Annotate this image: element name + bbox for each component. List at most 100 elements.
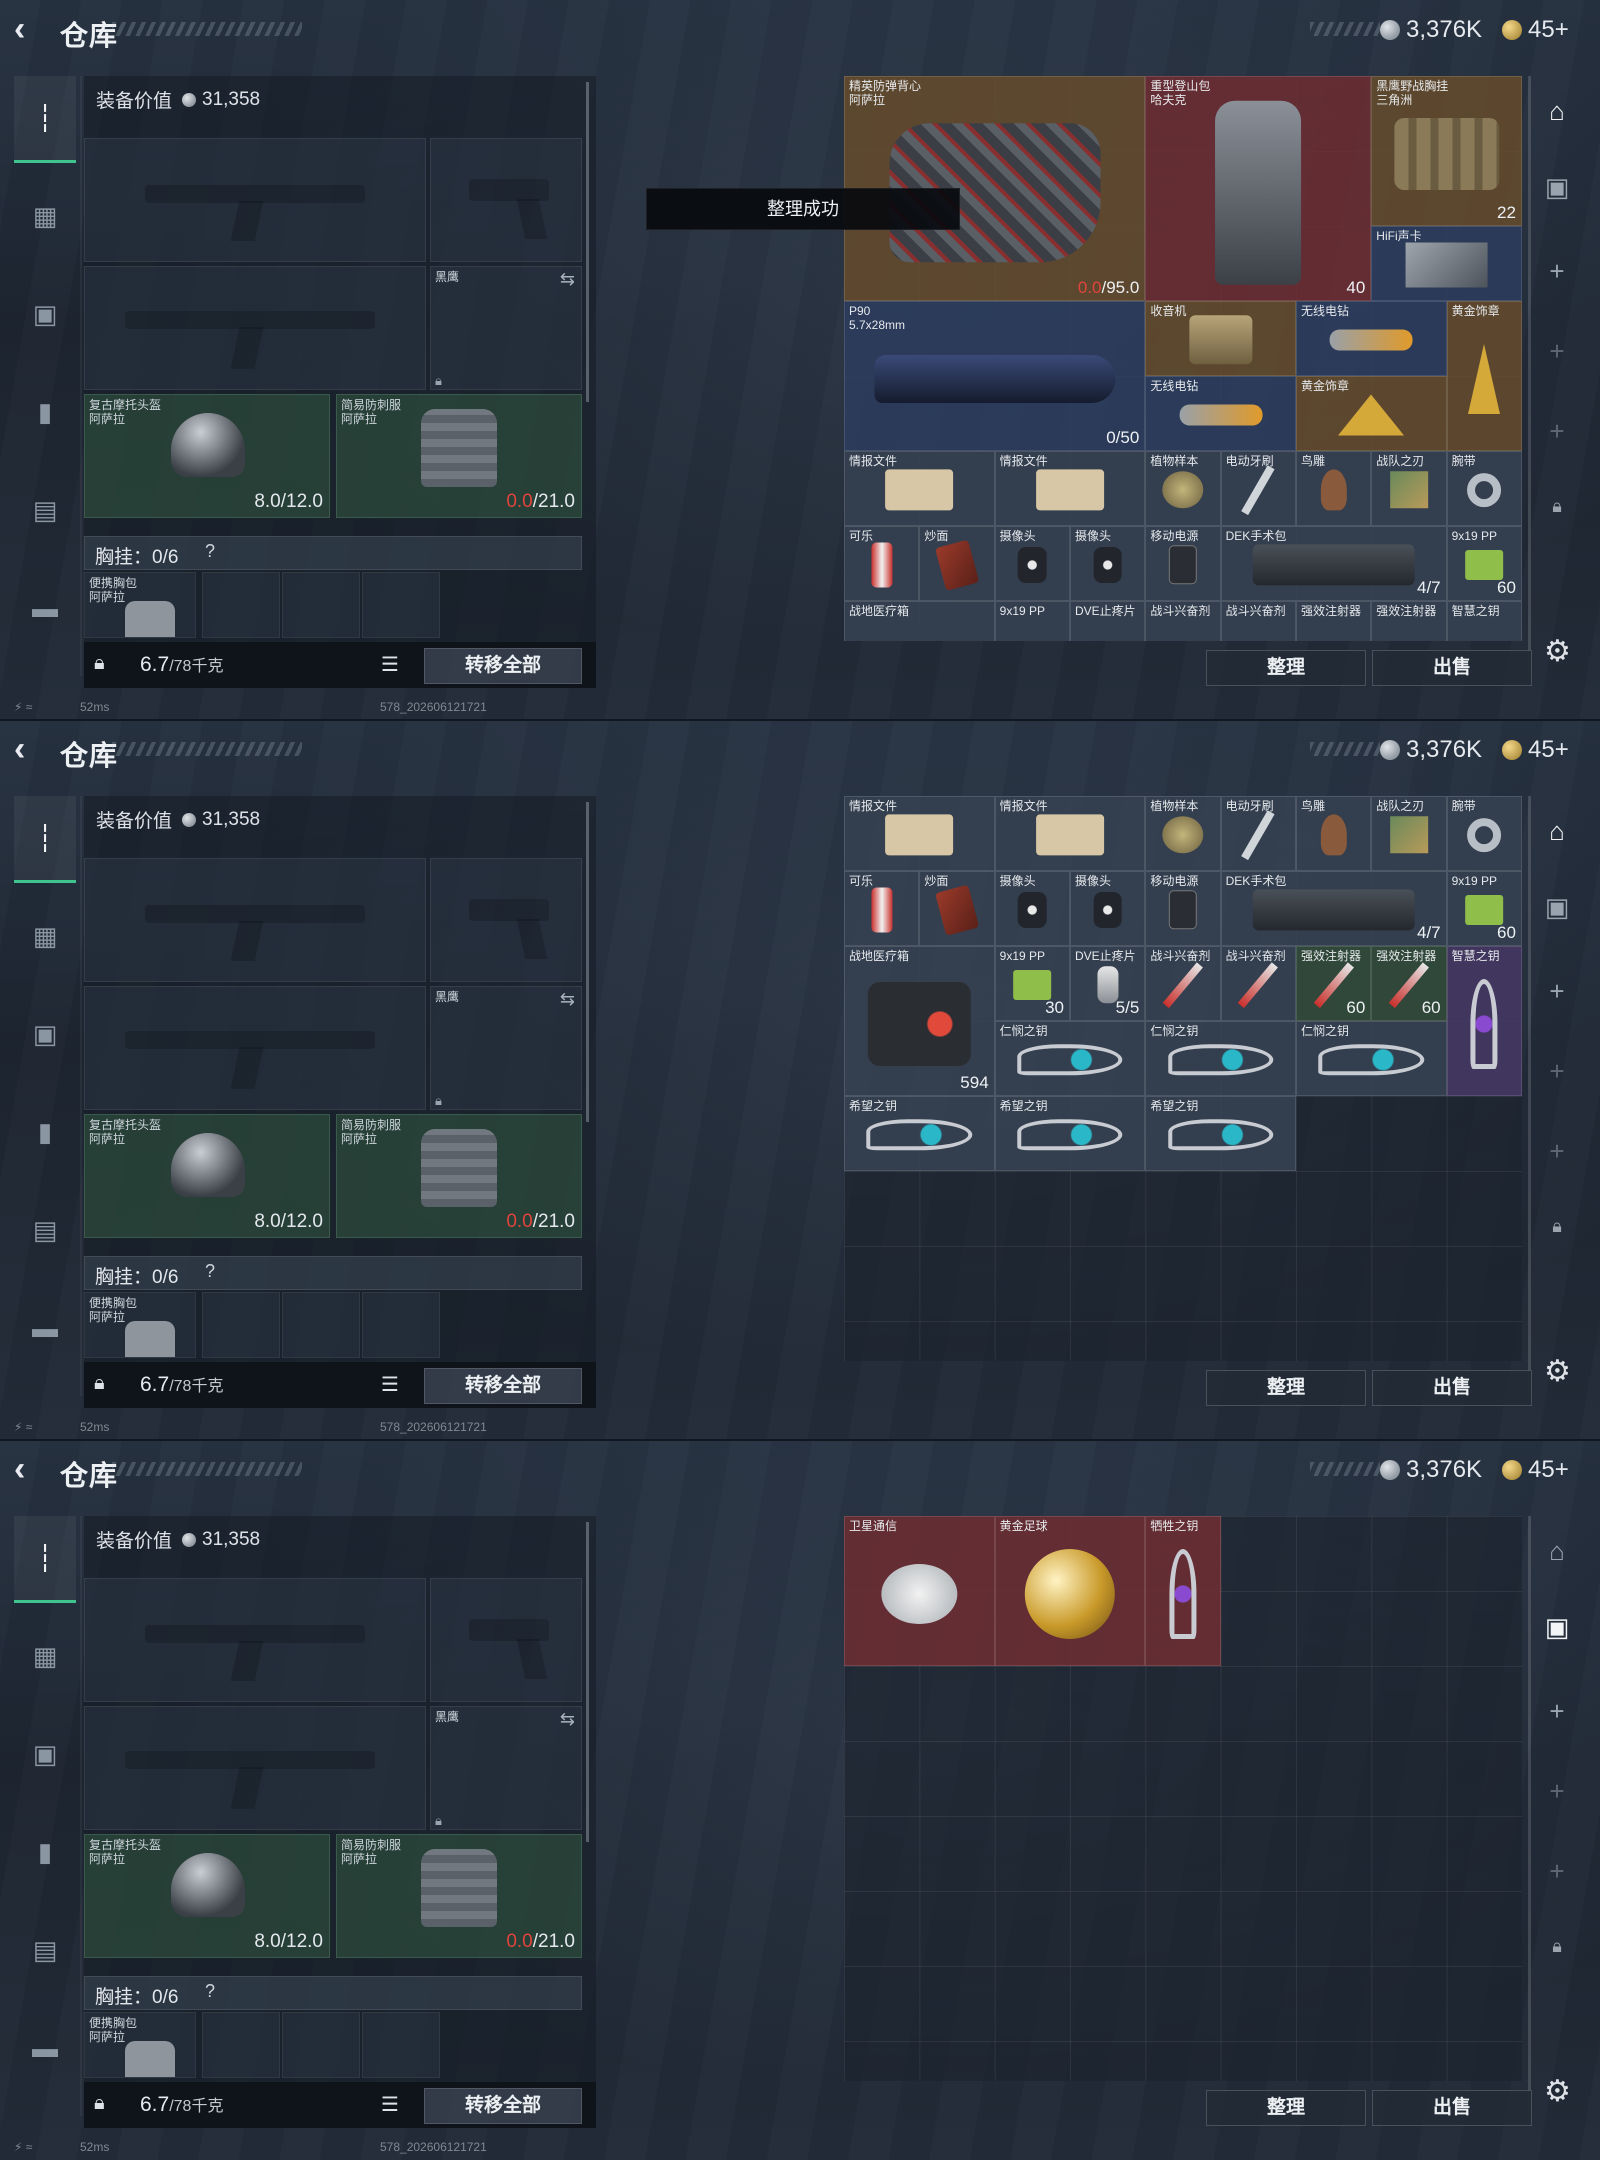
inventory-item[interactable]: 智慧之钥	[1446, 946, 1522, 1096]
inventory-item[interactable]: 炒面	[919, 871, 995, 946]
nav-armor[interactable]: ▣	[14, 992, 76, 1076]
primary-weapon-slot[interactable]	[84, 138, 426, 262]
chest-rig-bar[interactable]: 胸挂：0/6 ?	[84, 1256, 582, 1290]
inventory-item[interactable]: 腕带	[1446, 451, 1522, 526]
chest-slot[interactable]	[282, 572, 360, 638]
warehouse-icon[interactable]: ⌂	[1532, 96, 1582, 136]
inventory-item[interactable]: 强效注射器	[1371, 601, 1447, 641]
gear-icon[interactable]: ⚙	[1544, 1354, 1571, 1389]
back-button[interactable]: ‹	[14, 732, 44, 766]
inventory-item[interactable]: 黄金足球	[994, 1516, 1146, 1666]
inventory-item[interactable]: DVE止疼片	[1069, 601, 1146, 641]
inventory-item[interactable]: 战队之刃	[1371, 796, 1447, 871]
sell-button[interactable]: 出售	[1372, 2090, 1532, 2126]
nav-weapons[interactable]: ┆	[14, 1516, 76, 1603]
inventory-item[interactable]: 移动电源	[1145, 871, 1221, 946]
gear-icon[interactable]: ⚙	[1544, 634, 1571, 669]
inventory-item[interactable]: HiFi声卡	[1371, 226, 1522, 301]
list-icon[interactable]: ☰	[376, 2092, 404, 2118]
inventory-item[interactable]: 无线电钻	[1145, 376, 1296, 451]
chest-rig-bar[interactable]: 胸挂：0/6 ?	[84, 536, 582, 570]
chest-slot[interactable]	[202, 572, 280, 638]
inventory-item[interactable]: 卫星通信	[844, 1516, 995, 1666]
loadout-scrollbar[interactable]	[586, 802, 589, 1122]
helmet-slot[interactable]: 复古摩托头盔 阿萨拉 8.0/12.0	[84, 1834, 330, 1958]
nav-pouch[interactable]: ▤	[14, 1908, 76, 1992]
swap-icon[interactable]: ⇆	[560, 989, 575, 1010]
nav-vest[interactable]: ▦	[14, 894, 76, 978]
nav-backpack[interactable]: ▮	[14, 370, 76, 454]
armor-slot[interactable]: 简易防刺服 阿萨拉 0.0/21.0	[336, 1834, 582, 1958]
inventory-item[interactable]: 鸟雕	[1295, 451, 1372, 526]
grid-scrollbar[interactable]	[1528, 1516, 1531, 2116]
inventory-item[interactable]: 战斗兴奋剂	[1145, 601, 1221, 641]
secondary-weapon-slot[interactable]	[84, 266, 426, 390]
inventory-item[interactable]: 战斗兴奋剂	[1145, 946, 1221, 1021]
plus-icon[interactable]: +	[1532, 336, 1582, 376]
inventory-item[interactable]: 无线电钻	[1295, 301, 1447, 376]
chest-slot[interactable]	[362, 2012, 440, 2078]
chest-slot[interactable]	[362, 572, 440, 638]
nav-weapons[interactable]: ┆	[14, 76, 76, 163]
sort-button[interactable]: 整理	[1206, 1370, 1366, 1406]
inventory-item[interactable]: 可乐	[844, 526, 920, 601]
nav-vest[interactable]: ▦	[14, 1614, 76, 1698]
plus-icon[interactable]: +	[1532, 1776, 1582, 1816]
inventory-item[interactable]: 摄像头	[1069, 871, 1146, 946]
sort-button[interactable]: 整理	[1206, 650, 1366, 686]
inventory-item[interactable]: DEK手术包 4/7	[1220, 871, 1447, 946]
back-button[interactable]: ‹	[14, 12, 44, 46]
camera-iv-icon[interactable]: ▣	[1532, 1612, 1582, 1652]
inventory-item[interactable]: 收音机	[1145, 301, 1296, 376]
sell-button[interactable]: 出售	[1372, 650, 1532, 686]
nav-pouch[interactable]: ▤	[14, 1188, 76, 1272]
inventory-item[interactable]: 战斗兴奋剂	[1220, 601, 1296, 641]
loadout-scrollbar[interactable]	[586, 82, 589, 402]
nav-armor[interactable]: ▣	[14, 1712, 76, 1796]
transfer-all-button[interactable]: 转移全部	[424, 648, 582, 684]
inventory-item[interactable]: 重型登山包 哈夫克 40	[1145, 76, 1372, 301]
grid-scrollbar[interactable]	[1528, 796, 1531, 1396]
plus-icon[interactable]: +	[1532, 1056, 1582, 1096]
chest-rig-item[interactable]: 便携胸包 阿萨拉	[84, 1292, 196, 1358]
inventory-item[interactable]: 摄像头	[994, 526, 1070, 601]
inventory-item[interactable]: 强效注射器	[1295, 601, 1372, 641]
inventory-item[interactable]: 摄像头	[994, 871, 1070, 946]
transfer-all-button[interactable]: 转移全部	[424, 2088, 582, 2124]
nav-pouch[interactable]: ▤	[14, 468, 76, 552]
lock-button[interactable]: 🔒︎	[94, 2092, 105, 2115]
help-icon[interactable]: ?	[205, 541, 215, 562]
inventory-item[interactable]: 仁悯之钥	[1295, 1021, 1447, 1096]
inventory-item[interactable]: 强效注射器 60	[1371, 946, 1447, 1021]
inventory-item[interactable]: 战地医疗箱	[844, 601, 995, 641]
list-icon[interactable]: ☰	[376, 1372, 404, 1398]
inventory-item[interactable]: 情报文件	[994, 451, 1146, 526]
inventory-item[interactable]: 可乐	[844, 871, 920, 946]
lock-button[interactable]: 🔒︎	[94, 652, 105, 675]
plus-icon[interactable]: +	[1532, 416, 1582, 456]
chest-slot[interactable]	[282, 2012, 360, 2078]
chest-slot[interactable]	[202, 1292, 280, 1358]
inventory-item[interactable]: 电动牙刷	[1220, 796, 1296, 871]
primary-weapon-slot[interactable]	[84, 858, 426, 982]
secondary-weapon-slot[interactable]	[84, 1706, 426, 1830]
inventory-item[interactable]: 情报文件	[844, 451, 995, 526]
secondary-weapon-slot[interactable]	[84, 986, 426, 1110]
pistol2-slot[interactable]: 黑鹰 ⇆ 🔒︎	[430, 986, 582, 1110]
armor-slot[interactable]: 简易防刺服 阿萨拉 0.0/21.0	[336, 394, 582, 518]
plus-icon[interactable]: +	[1532, 1136, 1582, 1176]
chest-slot[interactable]	[202, 2012, 280, 2078]
lock-button[interactable]: 🔒︎	[94, 1372, 105, 1395]
swap-icon[interactable]: ⇆	[560, 1709, 575, 1730]
list-icon[interactable]: ☰	[376, 652, 404, 678]
inventory-item[interactable]: 植物样本	[1145, 451, 1221, 526]
inventory-item[interactable]: 战队之刃	[1371, 451, 1447, 526]
plus-icon[interactable]: +	[1532, 256, 1582, 296]
pistol-slot[interactable]	[430, 1578, 582, 1702]
plus-icon[interactable]: +	[1532, 1856, 1582, 1896]
nav-armor[interactable]: ▣	[14, 272, 76, 356]
chest-slot[interactable]	[362, 1292, 440, 1358]
grid-scrollbar[interactable]	[1528, 76, 1531, 676]
pistol2-slot[interactable]: 黑鹰 ⇆ 🔒︎	[430, 1706, 582, 1830]
nav-case[interactable]: ▬	[14, 2006, 76, 2090]
